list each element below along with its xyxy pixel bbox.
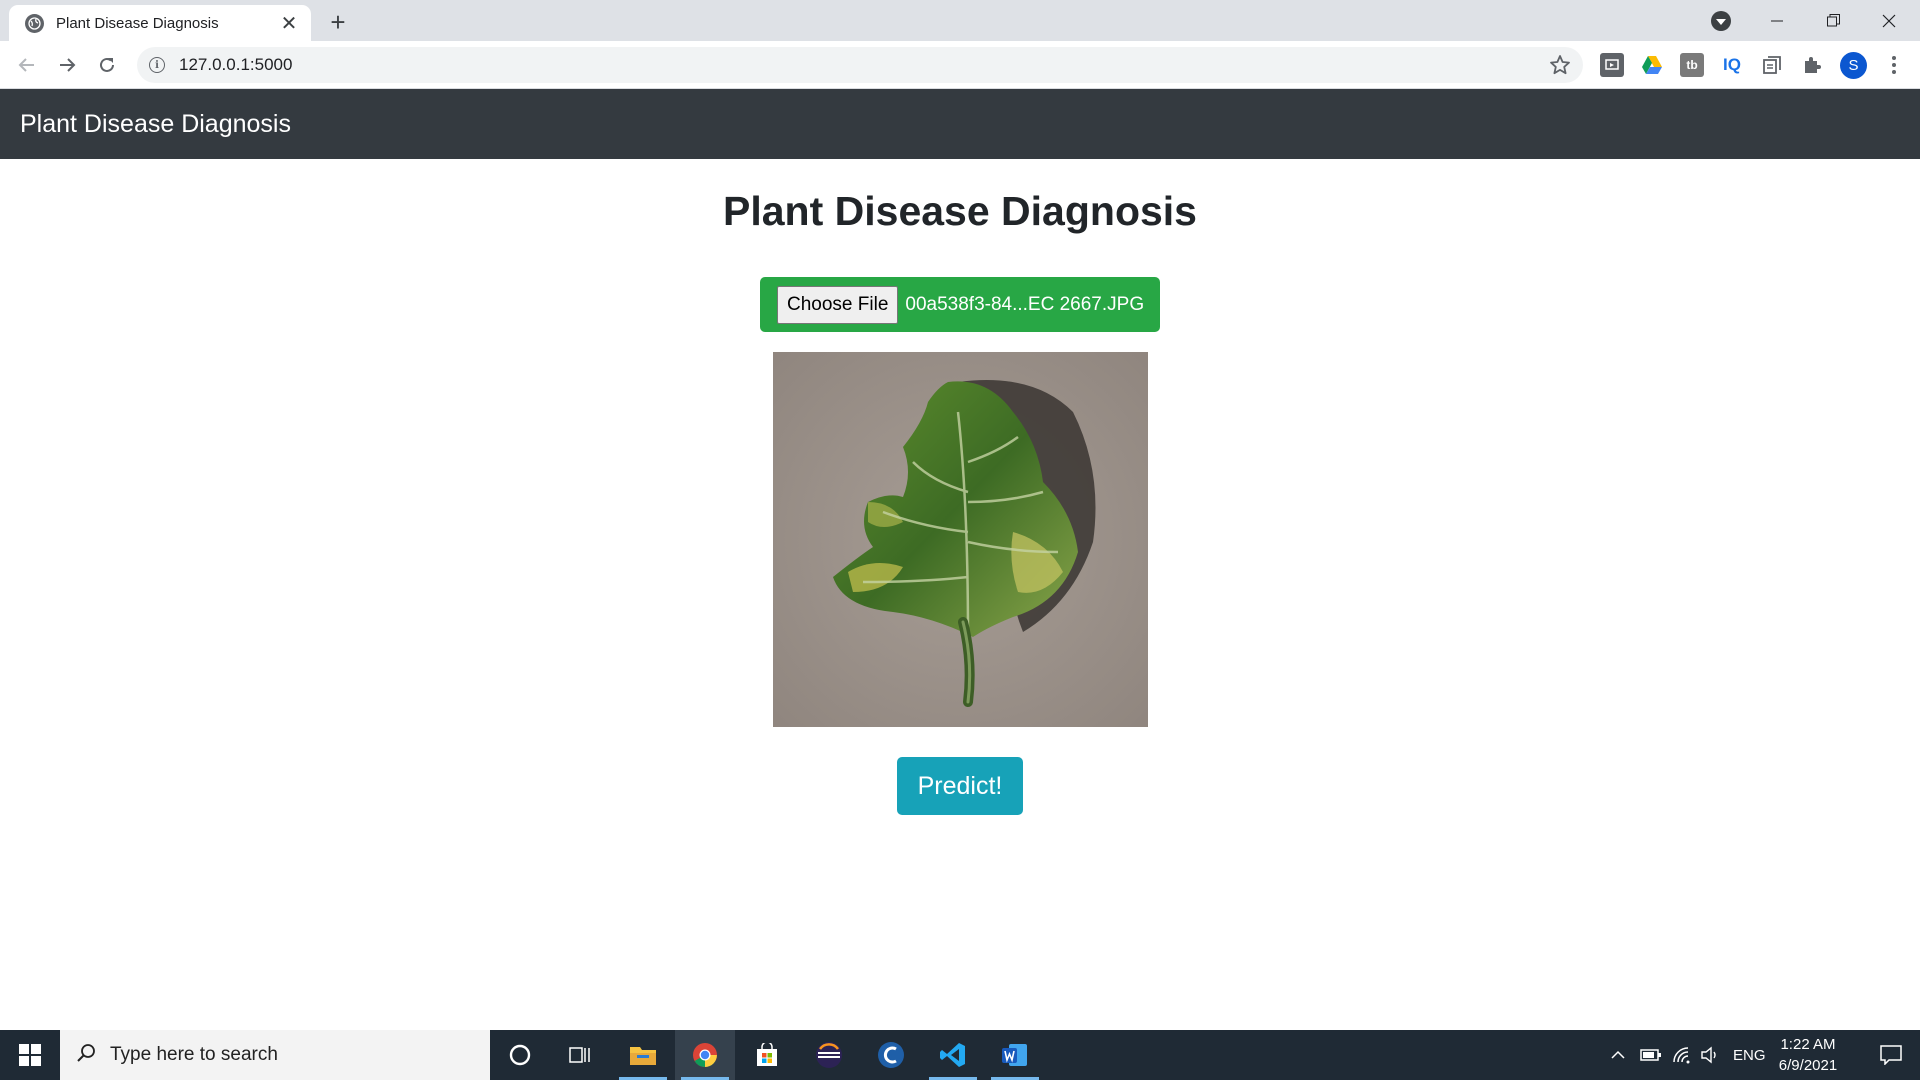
bookmark-star-icon[interactable] bbox=[1549, 54, 1571, 81]
google-drive-icon[interactable] bbox=[1640, 53, 1664, 77]
page-title: Plant Disease Diagnosis bbox=[723, 188, 1197, 234]
choose-file-button[interactable]: Choose File bbox=[777, 285, 899, 324]
tab-title: Plant Disease Diagnosis bbox=[56, 14, 219, 32]
file-explorer-icon[interactable] bbox=[613, 1030, 673, 1080]
search-icon bbox=[76, 1043, 96, 1068]
eclipse-icon[interactable] bbox=[799, 1030, 859, 1080]
taskbar-search-placeholder: Type here to search bbox=[110, 1044, 278, 1065]
taskbar-clock[interactable]: 1:22 AM 6/9/2021 bbox=[1768, 1034, 1848, 1076]
site-navbar: Plant Disease Diagnosis bbox=[0, 89, 1920, 159]
browser-tab-strip: Plant Disease Diagnosis ✕ + bbox=[0, 0, 1920, 41]
window-close-icon[interactable] bbox=[1861, 0, 1917, 41]
tab-close-icon[interactable]: ✕ bbox=[277, 11, 301, 35]
vscode-icon[interactable] bbox=[923, 1030, 983, 1080]
globe-icon bbox=[25, 13, 44, 33]
back-arrow-icon[interactable] bbox=[12, 50, 42, 80]
language-indicator[interactable]: ENG bbox=[1733, 1030, 1766, 1080]
chrome-taskbar-icon[interactable] bbox=[675, 1030, 735, 1080]
wifi-icon[interactable] bbox=[1672, 1030, 1692, 1080]
show-hidden-icons-chevron-icon[interactable] bbox=[1610, 1030, 1626, 1080]
file-upload-box[interactable]: Choose File 00a538f3-84...EC 2667.JPG bbox=[760, 277, 1160, 332]
forward-arrow-icon[interactable] bbox=[52, 50, 82, 80]
browser-tab[interactable]: Plant Disease Diagnosis ✕ bbox=[9, 5, 311, 41]
reading-list-icon[interactable] bbox=[1760, 53, 1784, 77]
ccleaner-icon[interactable] bbox=[861, 1030, 921, 1080]
tb-extension-icon[interactable]: tb bbox=[1680, 53, 1704, 77]
selected-file-name: 00a538f3-84...EC 2667.JPG bbox=[905, 293, 1145, 315]
minimize-icon[interactable] bbox=[1749, 0, 1805, 41]
task-view-icon[interactable] bbox=[550, 1030, 610, 1080]
browser-toolbar: i 127.0.0.1:5000 tb IQ S bbox=[0, 41, 1920, 89]
taskbar-search-box[interactable]: Type here to search bbox=[60, 1030, 490, 1080]
extension-screen-icon[interactable] bbox=[1600, 53, 1624, 77]
cortana-icon[interactable] bbox=[490, 1030, 550, 1080]
profile-avatar[interactable]: S bbox=[1840, 52, 1867, 79]
clock-date: 6/9/2021 bbox=[1778, 1057, 1838, 1074]
iq-extension-icon[interactable]: IQ bbox=[1720, 53, 1744, 77]
navbar-brand[interactable]: Plant Disease Diagnosis bbox=[20, 110, 291, 139]
volume-icon[interactable] bbox=[1700, 1030, 1720, 1080]
clock-time: 1:22 AM bbox=[1780, 1036, 1836, 1053]
new-tab-button[interactable]: + bbox=[324, 7, 352, 37]
windows-taskbar: Type here to search ENG 1:22 AM 6/9/2021 bbox=[0, 1030, 1920, 1080]
action-center-icon[interactable] bbox=[1866, 1030, 1916, 1080]
chrome-menu-icon[interactable] bbox=[1882, 53, 1906, 77]
word-icon[interactable] bbox=[985, 1030, 1045, 1080]
restore-icon[interactable] bbox=[1805, 0, 1861, 41]
microsoft-store-icon[interactable] bbox=[737, 1030, 797, 1080]
battery-icon[interactable] bbox=[1640, 1030, 1662, 1080]
predict-button[interactable]: Predict! bbox=[897, 757, 1023, 815]
tab-search-icon[interactable] bbox=[1711, 11, 1731, 31]
address-bar[interactable]: i 127.0.0.1:5000 bbox=[137, 47, 1583, 83]
extensions-puzzle-icon[interactable] bbox=[1800, 53, 1824, 77]
reload-icon[interactable] bbox=[92, 50, 122, 80]
url-text: 127.0.0.1:5000 bbox=[179, 55, 293, 74]
windows-start-icon[interactable] bbox=[0, 1030, 60, 1080]
leaf-image-preview bbox=[773, 352, 1148, 727]
site-info-icon[interactable]: i bbox=[149, 57, 165, 73]
